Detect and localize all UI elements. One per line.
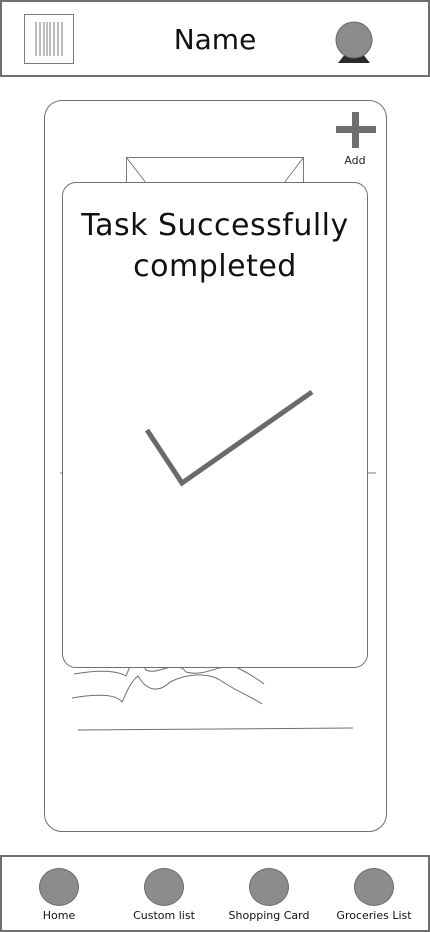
nav-item-shopping-card[interactable]: Shopping Card <box>219 868 319 928</box>
nav-label-groceries-list: Groceries List <box>336 909 412 922</box>
dialog-title: Task Successfully completed <box>68 205 362 287</box>
home-icon <box>39 868 79 906</box>
nav-item-custom-list[interactable]: Custom list <box>114 868 214 928</box>
nav-item-home[interactable]: Home <box>9 868 109 928</box>
add-label: Add <box>344 154 366 167</box>
user-avatar-icon <box>335 21 373 63</box>
avatar[interactable] <box>334 20 374 64</box>
custom-list-icon <box>144 868 184 906</box>
checkmark-icon <box>144 389 314 487</box>
barcode-menu-icon <box>35 22 63 56</box>
nav-label-shopping-card: Shopping Card <box>228 909 310 922</box>
nav-item-groceries-list[interactable]: Groceries List <box>324 868 424 928</box>
groceries-list-icon <box>354 868 394 906</box>
dialog-title-line-2: completed <box>133 249 297 284</box>
page-title: Name <box>173 23 257 56</box>
nav-label-home: Home <box>42 909 76 922</box>
plus-icon <box>336 112 376 148</box>
menu-button[interactable] <box>24 14 74 64</box>
nav-label-custom-list: Custom list <box>133 909 195 922</box>
dialog-title-line-1: Task Successfully <box>81 208 349 243</box>
shopping-card-icon <box>249 868 289 906</box>
